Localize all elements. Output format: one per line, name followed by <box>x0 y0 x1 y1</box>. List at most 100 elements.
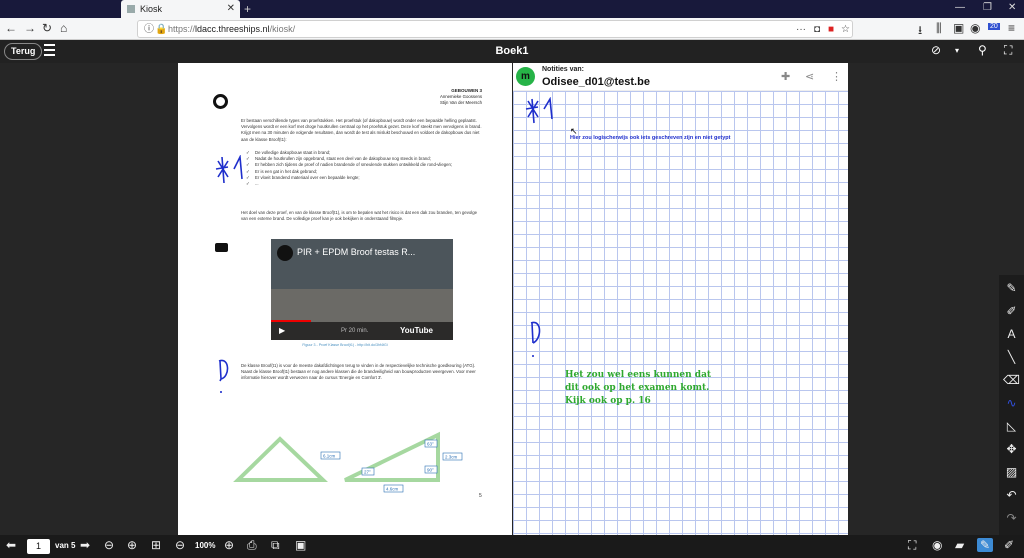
viewer-footer: ⬅ 1 van 5 ➡ ⊖ ⊕ ⊞ ⊖ 100% ⊕ ⎙ ⧉ ▣ ⛶ ◉ ▰ ✎… <box>0 535 1024 558</box>
purpose-paragraph: Het doel van deze proef, en van de klass… <box>241 210 477 222</box>
youtube-icon <box>215 243 228 252</box>
book-title: Boek1 <box>495 45 529 57</box>
handwritten-mark-page-1 <box>215 155 243 184</box>
home-icon[interactable]: ⌂ <box>60 21 67 35</box>
note-grid-canvas[interactable]: Hier zou logischerwijs ook iets geschrev… <box>513 91 848 535</box>
line-tool-icon[interactable]: ╲ <box>999 346 1024 368</box>
menu-icon[interactable]: ≡ <box>1008 21 1015 35</box>
url-path: /kiosk/ <box>269 24 296 34</box>
fit-page-icon[interactable]: ⛶ <box>908 538 916 553</box>
tab-close-icon[interactable]: ✕ <box>227 3 235 14</box>
url-prefix: https:// <box>168 24 196 34</box>
folder-icon[interactable]: ▰ <box>955 538 964 552</box>
next-page-icon[interactable]: ➡ <box>80 538 90 552</box>
page-count-label: van 5 <box>55 541 76 550</box>
chapter-ring-icon <box>213 94 228 109</box>
new-tab-icon[interactable]: + <box>244 2 251 16</box>
text-tool-icon[interactable]: A <box>999 323 1024 345</box>
maximize-icon[interactable]: ❐ <box>983 2 992 13</box>
sidebar-icon[interactable]: ▣ <box>953 21 964 35</box>
crop-print-icon[interactable]: ⧉ <box>271 538 280 553</box>
browser-tab[interactable]: Kiosk ✕ <box>121 0 240 18</box>
bullet-item: ... <box>241 181 482 187</box>
notes-user: Odisee_d01@test.be <box>542 76 650 88</box>
back-arrow-icon[interactable]: ← <box>5 21 17 35</box>
add-note-icon[interactable]: ✚ <box>781 70 790 83</box>
extension-badge[interactable]: 20 <box>988 23 1000 30</box>
video-title: PIR + EPDM Broof testas R... <box>297 247 416 257</box>
handwritten-exclaim-notes <box>530 321 541 357</box>
tab-title: Kiosk <box>140 4 163 14</box>
more-options-icon[interactable]: ⋮ <box>831 70 842 83</box>
account-icon[interactable]: ◉ <box>970 21 980 35</box>
zoom-level: 100% <box>195 541 216 550</box>
close-window-icon[interactable]: ✕ <box>1008 2 1016 13</box>
image-icon[interactable]: ▨ <box>999 461 1024 483</box>
note-line: Het zou wel eens kunnen dat <box>565 370 712 380</box>
fig-label: 27° <box>364 470 371 475</box>
figure-caption: Figuur 3 - Proef Klasse Broof(t1) - http… <box>302 343 388 347</box>
redo-icon[interactable]: ↷ <box>999 507 1024 529</box>
notes-panel: m Notities van: Odisee_d01@test.be ✚ ⋖ ⋮… <box>513 63 848 535</box>
fig-label: 6.1cm <box>323 454 336 459</box>
fig-label: 4.6cm <box>386 487 399 492</box>
zoom-in-icon[interactable]: ⊕ <box>224 538 234 552</box>
url-bar[interactable]: ⓘ 🔒 https://ldacc.threeships.nl/kiosk/ ·… <box>137 20 853 38</box>
mouse-cursor-icon: ↖ <box>570 126 578 136</box>
avatar: m <box>516 67 535 86</box>
author-2: Stijn Van der Meersch <box>440 100 482 105</box>
downloads-icon[interactable]: ⭳ <box>918 21 922 42</box>
fullscreen-icon[interactable]: ⛶ <box>1004 43 1012 58</box>
page-number-input[interactable]: 1 <box>27 539 50 554</box>
search-icon[interactable]: ⚲ <box>978 43 987 57</box>
no-hint-icon[interactable]: ⊘ <box>931 43 941 57</box>
print-icon[interactable]: ⎙ <box>247 538 257 553</box>
ruler-icon[interactable]: ◺ <box>999 415 1024 437</box>
bookmark-star-icon[interactable]: ☆ <box>841 22 850 38</box>
pocket-icon[interactable]: ◘ <box>814 22 820 38</box>
library-icon[interactable]: ⫼ <box>936 21 942 36</box>
handwritten-exclaim-page <box>218 359 229 393</box>
note-line: Kijk ook op p. 16 <box>565 396 651 406</box>
reload-icon[interactable]: ↻ <box>42 21 52 35</box>
zoom-out-icon[interactable]: ⊖ <box>175 538 185 552</box>
browser-navbar: ← → ↻ ⌂ ⓘ 🔒 https://ldacc.threeships.nl/… <box>0 18 1024 40</box>
author-1: Annemieke Goossens <box>439 94 482 99</box>
fig-label: 2.3cm <box>445 455 458 460</box>
eraser-icon[interactable]: ⌫ <box>999 369 1024 391</box>
prev-page-icon[interactable]: ⬅ <box>6 538 16 552</box>
video-controls: ▶ Pr 20 min. YouTube <box>271 322 453 340</box>
pen-icon[interactable]: ✎ <box>999 277 1024 299</box>
notes-label: Notities van: <box>542 66 585 73</box>
move-icon[interactable]: ✥ <box>999 438 1024 460</box>
app-header: Terug Boek1 ⊘ ▾ ⚲ ⛶ <box>0 40 1024 63</box>
hierarchy-icon[interactable]: ⊞ <box>151 538 161 552</box>
bullet-list: De volledige dakopbouw staat in brand; N… <box>241 150 482 187</box>
minimize-icon[interactable]: — <box>955 2 965 13</box>
fig-label: 90° <box>427 468 434 473</box>
url-domain: ldacc.threeships.nl <box>195 24 270 34</box>
page-header: GEBOUWEN 3 Annemieke Goossens Stijn Van … <box>440 88 482 106</box>
rewind-icon[interactable]: ⊖ <box>104 538 114 552</box>
freehand-color-icon[interactable]: ∿ <box>999 392 1024 414</box>
edit-notes-icon[interactable]: ✎ <box>977 538 994 552</box>
chevron-down-icon[interactable]: ▾ <box>955 46 959 55</box>
youtube-logo[interactable]: YouTube <box>400 322 433 340</box>
handwritten-mark-notes <box>525 97 553 124</box>
lock-icon: 🔒 <box>155 24 168 35</box>
forward-arrow-icon[interactable]: → <box>24 21 36 35</box>
highlighter-icon[interactable]: ✐ <box>1004 538 1014 552</box>
play-icon[interactable]: ▶ <box>279 326 285 335</box>
adblock-icon[interactable]: ■ <box>828 22 834 38</box>
notes-header: m Notities van: Odisee_d01@test.be ✚ ⋖ ⋮ <box>513 63 848 91</box>
class-paragraph: De klasse Broof(t1) is voor de meeste da… <box>241 363 476 381</box>
forward-icon[interactable]: ⊕ <box>127 538 137 552</box>
undo-icon[interactable]: ↶ <box>999 484 1024 506</box>
note-text-blue: Hier zou logischerwijs ook iets geschrev… <box>570 135 731 141</box>
more-dots-icon[interactable]: ··· <box>796 22 806 38</box>
share-icon[interactable]: ⋖ <box>805 70 814 83</box>
marker-icon[interactable]: ✐ <box>999 300 1024 322</box>
video-player[interactable]: PIR + EPDM Broof testas R... ▶ Pr 20 min… <box>271 239 453 340</box>
download-image-icon[interactable]: ▣ <box>295 538 306 552</box>
visibility-eye-icon[interactable]: ◉ <box>932 538 942 552</box>
